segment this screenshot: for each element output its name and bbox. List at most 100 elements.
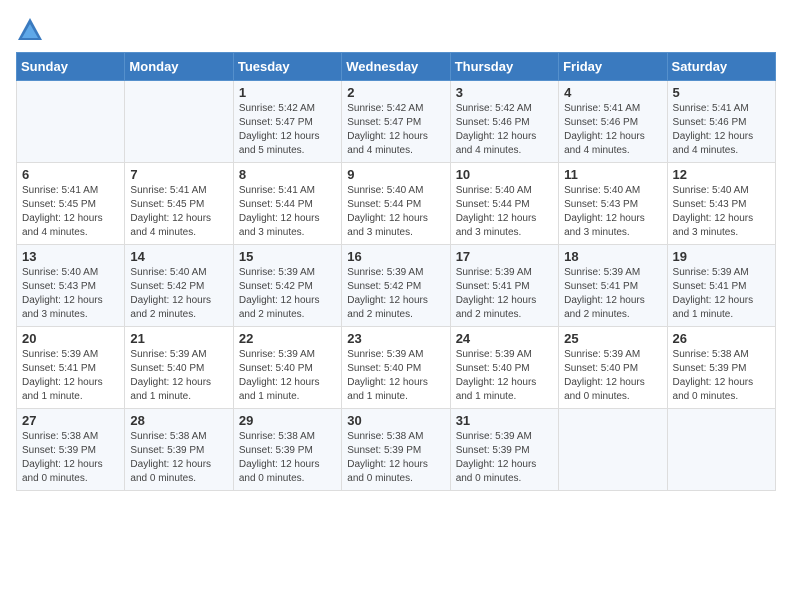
day-number: 15 (239, 249, 336, 264)
calendar-cell: 6 Sunrise: 5:41 AMSunset: 5:45 PMDaylight… (17, 163, 125, 245)
calendar-cell: 26 Sunrise: 5:38 AMSunset: 5:39 PMDayligh… (667, 327, 775, 409)
calendar-cell: 31 Sunrise: 5:39 AMSunset: 5:39 PMDayligh… (450, 409, 558, 491)
day-number: 27 (22, 413, 119, 428)
day-info: Sunrise: 5:39 AMSunset: 5:39 PMDaylight:… (456, 430, 553, 486)
day-info: Sunrise: 5:39 AMSunset: 5:41 PMDaylight:… (456, 266, 553, 322)
day-number: 18 (564, 249, 661, 264)
day-info: Sunrise: 5:39 AMSunset: 5:41 PMDaylight:… (673, 266, 770, 322)
calendar-cell: 3 Sunrise: 5:42 AMSunset: 5:46 PMDaylight… (450, 81, 558, 163)
day-number: 20 (22, 331, 119, 346)
calendar-cell: 10 Sunrise: 5:40 AMSunset: 5:44 PMDayligh… (450, 163, 558, 245)
calendar-cell: 23 Sunrise: 5:39 AMSunset: 5:40 PMDayligh… (342, 327, 450, 409)
calendar-cell: 20 Sunrise: 5:39 AMSunset: 5:41 PMDayligh… (17, 327, 125, 409)
weekday-header-row: SundayMondayTuesdayWednesdayThursdayFrid… (17, 53, 776, 81)
weekday-header-monday: Monday (125, 53, 233, 81)
calendar-cell: 30 Sunrise: 5:38 AMSunset: 5:39 PMDayligh… (342, 409, 450, 491)
day-info: Sunrise: 5:38 AMSunset: 5:39 PMDaylight:… (130, 430, 227, 486)
calendar-cell: 24Sunrise: 5:39 AMSunset: 5:40 PMDayligh… (450, 327, 558, 409)
day-info: Sunrise: 5:39 AMSunset: 5:40 PMDaylight:… (239, 348, 336, 404)
day-info: Sunrise: 5:42 AMSunset: 5:47 PMDaylight:… (347, 102, 444, 158)
calendar-cell: 15 Sunrise: 5:39 AMSunset: 5:42 PMDayligh… (233, 245, 341, 327)
day-info: Sunrise: 5:40 AMSunset: 5:44 PMDaylight:… (347, 184, 444, 240)
day-info: Sunrise: 5:39 AMSunset: 5:42 PMDaylight:… (347, 266, 444, 322)
day-number: 31 (456, 413, 553, 428)
calendar-cell: 1 Sunrise: 5:42 AMSunset: 5:47 PMDaylight… (233, 81, 341, 163)
weekday-header-thursday: Thursday (450, 53, 558, 81)
calendar-cell: 22 Sunrise: 5:39 AMSunset: 5:40 PMDayligh… (233, 327, 341, 409)
day-number: 1 (239, 85, 336, 100)
day-info: Sunrise: 5:41 AMSunset: 5:44 PMDaylight:… (239, 184, 336, 240)
day-number: 14 (130, 249, 227, 264)
day-info: Sunrise: 5:40 AMSunset: 5:43 PMDaylight:… (22, 266, 119, 322)
page-header (16, 16, 776, 44)
day-info: Sunrise: 5:38 AMSunset: 5:39 PMDaylight:… (22, 430, 119, 486)
calendar-cell (125, 81, 233, 163)
day-info: Sunrise: 5:38 AMSunset: 5:39 PMDaylight:… (673, 348, 770, 404)
calendar-week-3: 13 Sunrise: 5:40 AMSunset: 5:43 PMDayligh… (17, 245, 776, 327)
calendar-cell: 28 Sunrise: 5:38 AMSunset: 5:39 PMDayligh… (125, 409, 233, 491)
day-number: 21 (130, 331, 227, 346)
day-number: 17 (456, 249, 553, 264)
day-number: 3 (456, 85, 553, 100)
day-info: Sunrise: 5:41 AMSunset: 5:45 PMDaylight:… (22, 184, 119, 240)
day-number: 19 (673, 249, 770, 264)
calendar-cell: 2 Sunrise: 5:42 AMSunset: 5:47 PMDaylight… (342, 81, 450, 163)
day-number: 7 (130, 167, 227, 182)
day-info: Sunrise: 5:41 AMSunset: 5:46 PMDaylight:… (564, 102, 661, 158)
weekday-header-saturday: Saturday (667, 53, 775, 81)
day-info: Sunrise: 5:39 AMSunset: 5:41 PMDaylight:… (22, 348, 119, 404)
day-info: Sunrise: 5:39 AMSunset: 5:42 PMDaylight:… (239, 266, 336, 322)
day-number: 9 (347, 167, 444, 182)
day-number: 29 (239, 413, 336, 428)
weekday-header-sunday: Sunday (17, 53, 125, 81)
calendar-week-1: 1 Sunrise: 5:42 AMSunset: 5:47 PMDaylight… (17, 81, 776, 163)
day-info: Sunrise: 5:41 AMSunset: 5:46 PMDaylight:… (673, 102, 770, 158)
calendar-cell: 12 Sunrise: 5:40 AMSunset: 5:43 PMDayligh… (667, 163, 775, 245)
day-info: Sunrise: 5:42 AMSunset: 5:47 PMDaylight:… (239, 102, 336, 158)
calendar-cell: 8 Sunrise: 5:41 AMSunset: 5:44 PMDaylight… (233, 163, 341, 245)
calendar-week-2: 6 Sunrise: 5:41 AMSunset: 5:45 PMDaylight… (17, 163, 776, 245)
day-number: 6 (22, 167, 119, 182)
day-number: 26 (673, 331, 770, 346)
logo (16, 16, 46, 44)
calendar-cell: 21 Sunrise: 5:39 AMSunset: 5:40 PMDayligh… (125, 327, 233, 409)
calendar-cell: 29 Sunrise: 5:38 AMSunset: 5:39 PMDayligh… (233, 409, 341, 491)
calendar-cell: 14 Sunrise: 5:40 AMSunset: 5:42 PMDayligh… (125, 245, 233, 327)
day-number: 16 (347, 249, 444, 264)
weekday-header-friday: Friday (559, 53, 667, 81)
calendar-cell: 25 Sunrise: 5:39 AMSunset: 5:40 PMDayligh… (559, 327, 667, 409)
calendar-cell: 9 Sunrise: 5:40 AMSunset: 5:44 PMDaylight… (342, 163, 450, 245)
day-number: 13 (22, 249, 119, 264)
day-number: 8 (239, 167, 336, 182)
day-number: 28 (130, 413, 227, 428)
calendar-cell (17, 81, 125, 163)
day-info: Sunrise: 5:42 AMSunset: 5:46 PMDaylight:… (456, 102, 553, 158)
calendar-cell: 18 Sunrise: 5:39 AMSunset: 5:41 PMDayligh… (559, 245, 667, 327)
day-number: 22 (239, 331, 336, 346)
day-info: Sunrise: 5:39 AMSunset: 5:41 PMDaylight:… (564, 266, 661, 322)
day-number: 10 (456, 167, 553, 182)
day-number: 23 (347, 331, 444, 346)
day-info: Sunrise: 5:38 AMSunset: 5:39 PMDaylight:… (347, 430, 444, 486)
day-info: Sunrise: 5:40 AMSunset: 5:43 PMDaylight:… (564, 184, 661, 240)
calendar-table: SundayMondayTuesdayWednesdayThursdayFrid… (16, 52, 776, 491)
day-info: Sunrise: 5:41 AMSunset: 5:45 PMDaylight:… (130, 184, 227, 240)
day-info: Sunrise: 5:39 AMSunset: 5:40 PMDaylight:… (130, 348, 227, 404)
calendar-cell: 17 Sunrise: 5:39 AMSunset: 5:41 PMDayligh… (450, 245, 558, 327)
day-number: 30 (347, 413, 444, 428)
day-info: Sunrise: 5:40 AMSunset: 5:42 PMDaylight:… (130, 266, 227, 322)
day-info: Sunrise: 5:38 AMSunset: 5:39 PMDaylight:… (239, 430, 336, 486)
day-info: Sunrise: 5:40 AMSunset: 5:44 PMDaylight:… (456, 184, 553, 240)
calendar-week-5: 27 Sunrise: 5:38 AMSunset: 5:39 PMDayligh… (17, 409, 776, 491)
calendar-cell: 5 Sunrise: 5:41 AMSunset: 5:46 PMDaylight… (667, 81, 775, 163)
day-info: Sunrise: 5:39 AMSunset: 5:40 PMDaylight:… (564, 348, 661, 404)
day-number: 25 (564, 331, 661, 346)
day-number: 4 (564, 85, 661, 100)
day-number: 12 (673, 167, 770, 182)
day-info: Sunrise: 5:39 AMSunset: 5:40 PMDaylight:… (347, 348, 444, 404)
day-number: 2 (347, 85, 444, 100)
day-number: 5 (673, 85, 770, 100)
logo-icon (16, 16, 44, 44)
day-info: Sunrise: 5:40 AMSunset: 5:43 PMDaylight:… (673, 184, 770, 240)
calendar-cell: 7 Sunrise: 5:41 AMSunset: 5:45 PMDaylight… (125, 163, 233, 245)
